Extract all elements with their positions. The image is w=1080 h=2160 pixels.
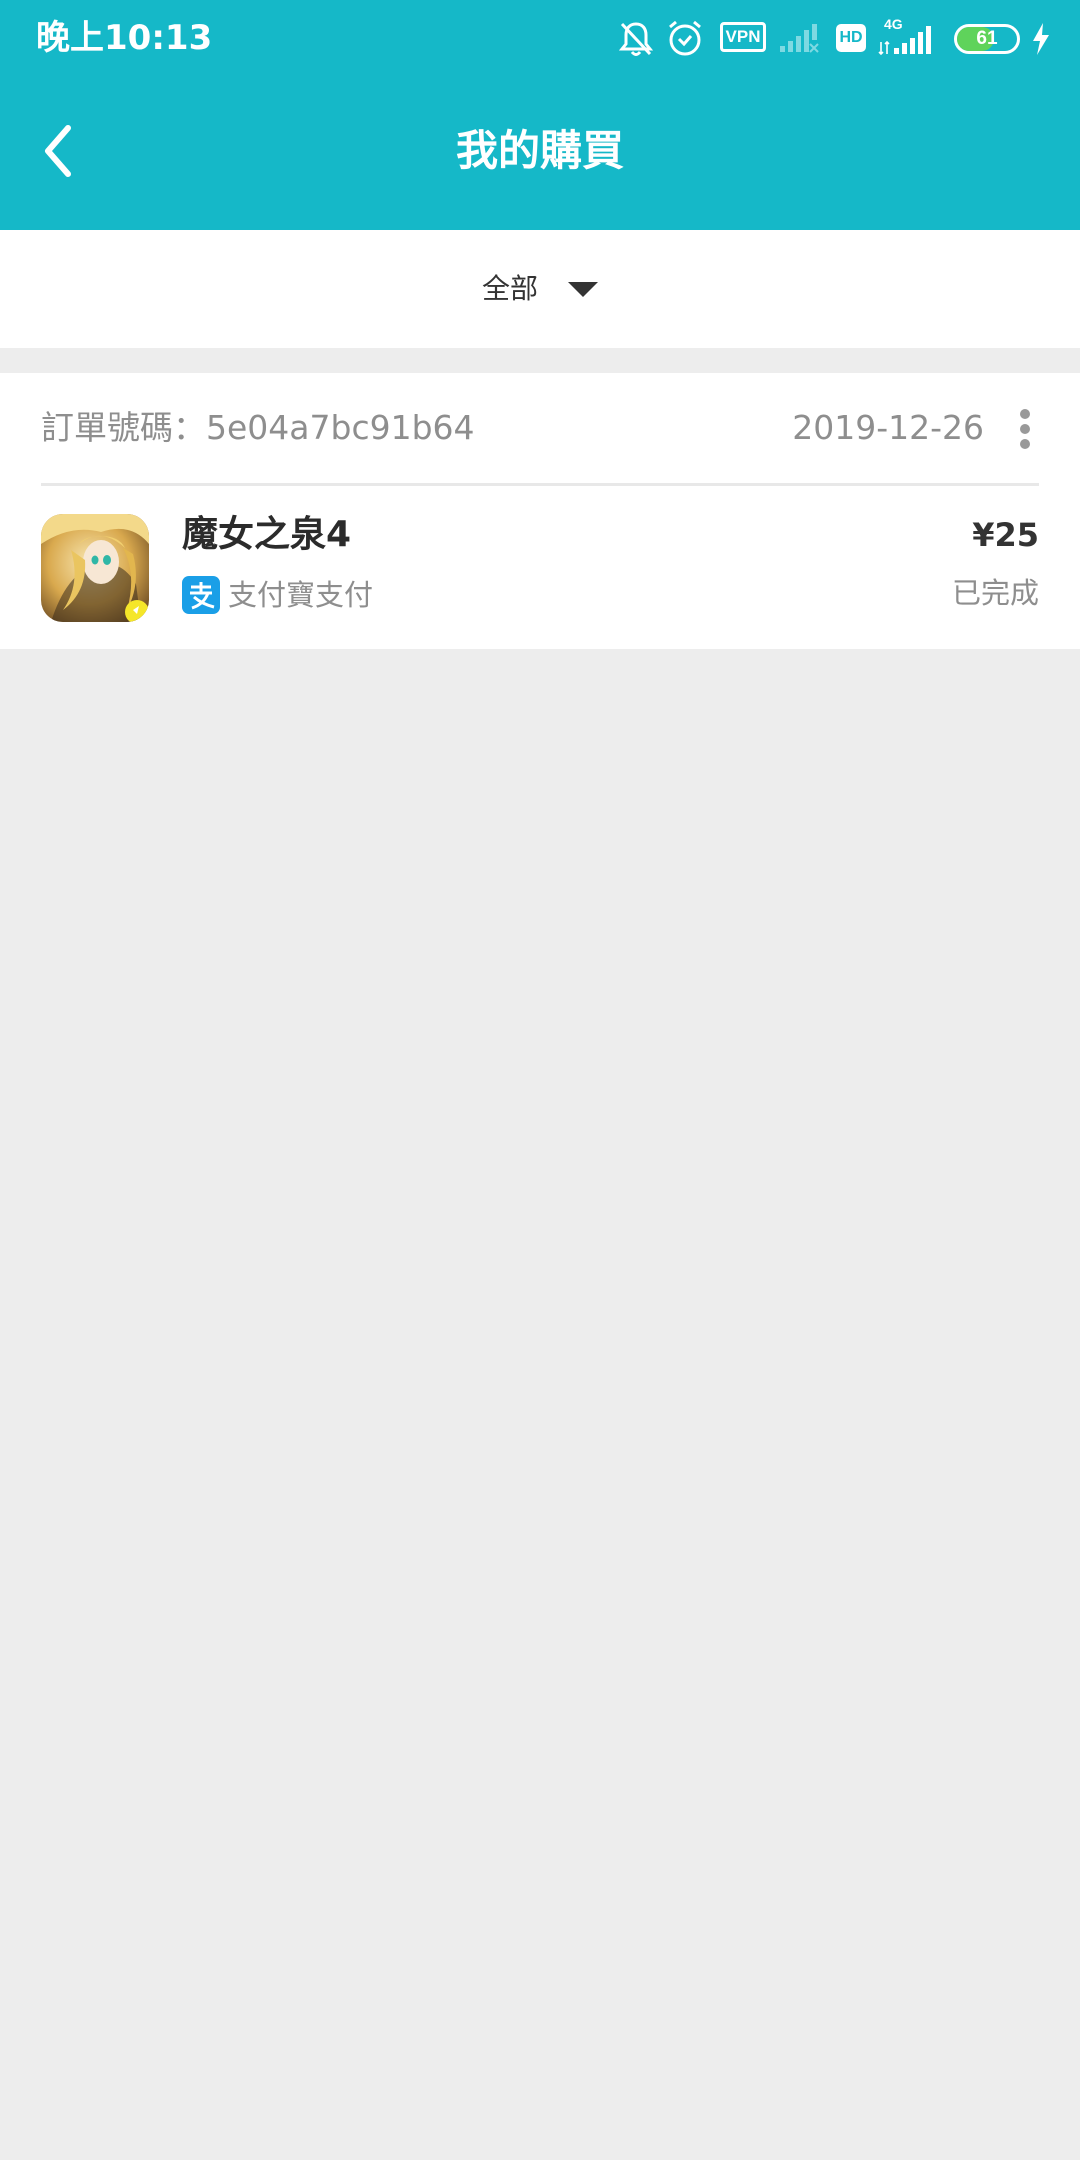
page-title: 我的購買 bbox=[455, 126, 624, 175]
charging-icon bbox=[1033, 23, 1049, 55]
order-date: 2019-12-26 bbox=[792, 408, 984, 447]
price: ¥25 bbox=[972, 516, 1039, 554]
more-vertical-icon-dot bbox=[1020, 439, 1030, 449]
more-vertical-icon-dot bbox=[1020, 424, 1030, 434]
battery-icon: 61 bbox=[954, 24, 1020, 54]
order-card: 訂單號碼：5e04a7bc91b64 2019-12-26 魔女之泉4 支付寶支… bbox=[0, 373, 1080, 649]
battery-percent: 61 bbox=[976, 28, 998, 49]
signal-sim2-icon bbox=[780, 24, 819, 53]
app-header: 晚上10:13 VPN HD 4G 61 我的購買 bbox=[0, 0, 1080, 230]
filter-dropdown[interactable]: 全部 bbox=[0, 230, 1080, 348]
product-title: 魔女之泉4 bbox=[182, 514, 352, 555]
filter-label: 全部 bbox=[481, 272, 538, 305]
signal-4g-icon bbox=[878, 26, 931, 56]
filter-bar: 全部 bbox=[0, 230, 1080, 348]
mute-bell-icon bbox=[618, 22, 654, 56]
order-status: 已完成 bbox=[951, 576, 1039, 610]
status-bar: 晚上10:13 VPN HD 4G 61 bbox=[0, 0, 1080, 78]
alipay-icon bbox=[182, 576, 220, 614]
caret-down-icon bbox=[568, 281, 598, 297]
game-app-icon bbox=[41, 514, 149, 622]
vpn-icon: VPN bbox=[720, 22, 766, 52]
more-options-button[interactable] bbox=[1014, 407, 1038, 451]
payment-method: 支付寶支付 bbox=[228, 578, 374, 612]
hd-icon: HD bbox=[836, 24, 866, 52]
order-number: 訂單號碼：5e04a7bc91b64 bbox=[41, 408, 475, 447]
order-item[interactable]: 魔女之泉4 支付寶支付 ¥25 已完成 bbox=[0, 486, 1080, 649]
order-header: 訂單號碼：5e04a7bc91b64 2019-12-26 bbox=[0, 373, 1080, 484]
more-vertical-icon bbox=[1020, 409, 1030, 419]
alarm-icon bbox=[669, 20, 701, 56]
status-time: 晚上10:13 bbox=[36, 18, 213, 58]
